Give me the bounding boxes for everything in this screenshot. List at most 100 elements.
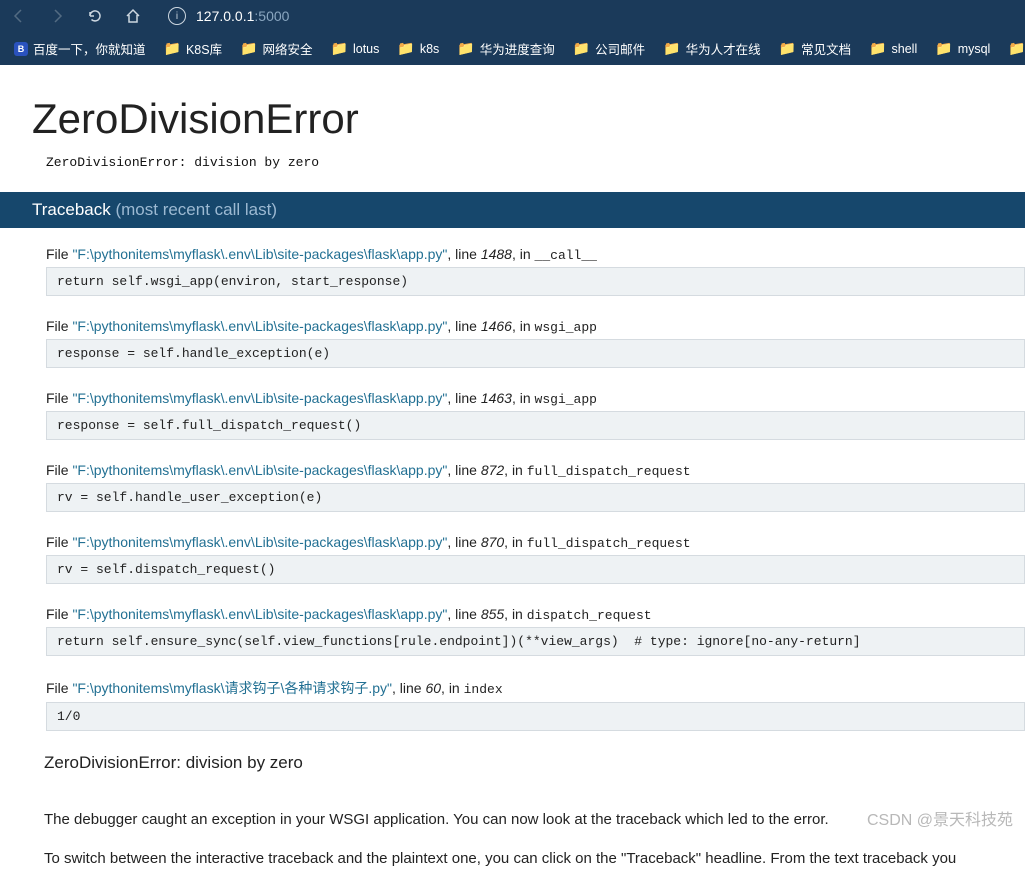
traceback-header[interactable]: Traceback (most recent call last) xyxy=(0,192,1025,228)
info-paragraph: The debugger caught an exception in your… xyxy=(44,809,1004,832)
code-line[interactable]: 1/0 xyxy=(46,702,1025,731)
in-label: , in xyxy=(512,318,535,334)
bookmark-item[interactable]: 📁 shell xyxy=(869,40,917,57)
bookmark-label: 公司邮件 xyxy=(595,39,645,58)
function-name: dispatch_request xyxy=(527,608,652,623)
line-label: , line xyxy=(447,462,480,478)
function-name: wsgi_app xyxy=(535,392,597,407)
bookmarks-bar: B百度一下，你就知道📁K8S库📁网络安全📁lotus📁k8s📁华为进度查询📁公司… xyxy=(0,32,1025,65)
function-name: full_dispatch_request xyxy=(527,464,691,479)
bookmark-item[interactable]: 📁 mysql xyxy=(935,40,990,57)
error-message: ZeroDivisionError: division by zero xyxy=(46,155,1025,170)
bookmark-item[interactable]: 📁 华为进度查询 xyxy=(457,39,554,58)
url-text: 127.0.0.1:5000 xyxy=(196,8,289,24)
file-path: "F:\pythonitems\myflask\.env\Lib\site-pa… xyxy=(72,246,447,262)
traceback-label: Traceback xyxy=(32,200,111,219)
code-line[interactable]: return self.wsgi_app(environ, start_resp… xyxy=(46,267,1025,296)
bookmark-item[interactable]: 📁网络安全 xyxy=(240,39,312,58)
folder-icon: 📁 xyxy=(1008,40,1025,57)
file-label: File xyxy=(46,318,72,334)
traceback-frame[interactable]: File "F:\pythonitems\myflask\.env\Lib\si… xyxy=(46,390,1025,440)
line-number: 60 xyxy=(425,680,441,696)
traceback-frame[interactable]: File "F:\pythonitems\myflask\.env\Lib\si… xyxy=(46,246,1025,296)
browser-chrome: i 127.0.0.1:5000 B百度一下，你就知道📁K8S库📁网络安全📁lo… xyxy=(0,0,1025,65)
site-info-icon[interactable]: i xyxy=(168,7,186,25)
code-line[interactable]: response = self.full_dispatch_request() xyxy=(46,411,1025,440)
debugger-info: The debugger caught an exception in your… xyxy=(44,809,1004,870)
bookmark-item[interactable]: 📁K8S库 xyxy=(164,39,223,58)
file-label: File xyxy=(46,534,72,550)
error-title: ZeroDivisionError xyxy=(32,95,1025,143)
code-line[interactable]: response = self.handle_exception(e) xyxy=(46,339,1025,368)
file-path: "F:\pythonitems\myflask\.env\Lib\site-pa… xyxy=(72,318,447,334)
in-label: , in xyxy=(512,246,535,262)
traceback-frame[interactable]: File "F:\pythonitems\myflask\.env\Lib\si… xyxy=(46,318,1025,368)
folder-icon: 📁 xyxy=(240,40,257,57)
folder-icon: 📁 xyxy=(869,40,886,57)
bookmark-item[interactable]: B 百度一下，你就知道 xyxy=(14,39,146,58)
forward-button[interactable] xyxy=(44,3,70,29)
line-label: , line xyxy=(447,318,480,334)
url-field[interactable]: i 127.0.0.1:5000 xyxy=(168,7,1019,25)
file-path: "F:\pythonitems\myflask\.env\Lib\site-pa… xyxy=(72,390,447,406)
traceback-frames: File "F:\pythonitems\myflask\.env\Lib\si… xyxy=(0,228,1025,731)
page-content: ZeroDivisionError ZeroDivisionError: div… xyxy=(0,95,1025,870)
traceback-frame[interactable]: File "F:\pythonitems\myflask\.env\Lib\si… xyxy=(46,606,1025,656)
home-button[interactable] xyxy=(120,3,146,29)
file-label: File xyxy=(46,246,72,262)
folder-icon: 📁 xyxy=(935,40,952,57)
code-line[interactable]: return self.ensure_sync(self.view_functi… xyxy=(46,627,1025,656)
error-summary: ZeroDivisionError: division by zero xyxy=(44,753,1025,773)
file-path: "F:\pythonitems\myflask\请求钩子\各种请求钩子.py" xyxy=(72,680,392,696)
frame-location: File "F:\pythonitems\myflask\.env\Lib\si… xyxy=(46,318,1025,335)
bookmark-item[interactable]: 📁 常见文档 xyxy=(779,39,851,58)
code-line[interactable]: rv = self.dispatch_request() xyxy=(46,555,1025,584)
bookmark-label: 百度一下，你就知道 xyxy=(33,39,146,58)
line-label: , line xyxy=(447,606,480,622)
function-name: full_dispatch_request xyxy=(527,536,691,551)
bookmark-item[interactable]: 📁 lotus xyxy=(331,40,380,57)
line-label: , line xyxy=(447,246,480,262)
traceback-subtitle: (most recent call last) xyxy=(115,200,277,219)
bookmark-item[interactable]: 📁 公司邮件 xyxy=(573,39,645,58)
traceback-frame[interactable]: File "F:\pythonitems\myflask\请求钩子\各种请求钩子… xyxy=(46,678,1025,731)
bookmark-label: mysql xyxy=(958,42,991,56)
bookmark-label: 华为进度查询 xyxy=(480,39,555,58)
folder-icon: 📁 xyxy=(573,40,590,57)
folder-icon: 📁 xyxy=(457,40,474,57)
bookmark-label: lotus xyxy=(353,42,379,56)
bookmark-item[interactable]: 📁华为人才在线 xyxy=(663,39,760,58)
line-label: , line xyxy=(447,390,480,406)
function-name: wsgi_app xyxy=(535,320,597,335)
in-label: , in xyxy=(504,534,527,550)
line-number: 855 xyxy=(481,606,504,622)
folder-icon: 📁 xyxy=(397,40,414,57)
in-label: , in xyxy=(512,390,535,406)
function-name: index xyxy=(464,682,503,697)
bookmark-label: 华为人才在线 xyxy=(686,39,761,58)
baidu-icon: B xyxy=(14,42,28,56)
refresh-button[interactable] xyxy=(82,3,108,29)
frame-location: File "F:\pythonitems\myflask\请求钩子\各种请求钩子… xyxy=(46,678,1025,698)
traceback-frame[interactable]: File "F:\pythonitems\myflask\.env\Lib\si… xyxy=(46,534,1025,584)
in-label: , in xyxy=(504,606,527,622)
address-bar: i 127.0.0.1:5000 xyxy=(0,0,1025,32)
in-label: , in xyxy=(504,462,527,478)
folder-icon: 📁 xyxy=(164,40,181,57)
back-button[interactable] xyxy=(6,3,32,29)
frame-location: File "F:\pythonitems\myflask\.env\Lib\si… xyxy=(46,606,1025,623)
frame-location: File "F:\pythonitems\myflask\.env\Lib\si… xyxy=(46,462,1025,479)
code-line[interactable]: rv = self.handle_user_exception(e) xyxy=(46,483,1025,512)
bookmark-item[interactable]: 📁项目 xyxy=(1008,39,1025,58)
file-label: File xyxy=(46,462,72,478)
traceback-frame[interactable]: File "F:\pythonitems\myflask\.env\Lib\si… xyxy=(46,462,1025,512)
bookmark-label: 常见文档 xyxy=(801,39,851,58)
file-path: "F:\pythonitems\myflask\.env\Lib\site-pa… xyxy=(72,534,447,550)
folder-icon: 📁 xyxy=(779,40,796,57)
frame-location: File "F:\pythonitems\myflask\.env\Lib\si… xyxy=(46,534,1025,551)
function-name: __call__ xyxy=(535,248,597,263)
folder-icon: 📁 xyxy=(331,40,348,57)
frame-location: File "F:\pythonitems\myflask\.env\Lib\si… xyxy=(46,390,1025,407)
bookmark-item[interactable]: 📁k8s xyxy=(397,40,439,57)
bookmark-label: shell xyxy=(892,42,918,56)
